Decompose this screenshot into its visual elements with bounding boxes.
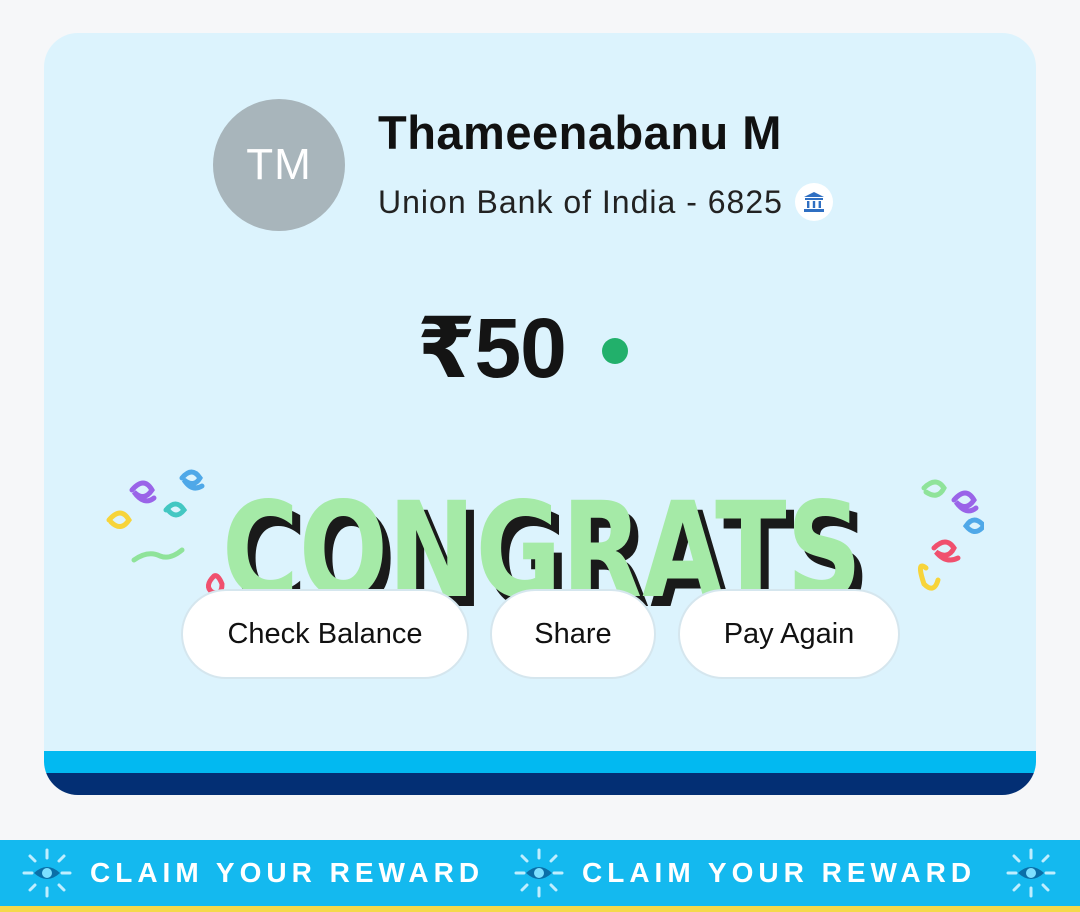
pay-again-label: Pay Again [723, 617, 855, 650]
sparkle-eye-icon [22, 848, 72, 898]
confetti-left-icon [106, 469, 225, 596]
sparkle-eye-icon [514, 848, 564, 898]
avatar-initials: TM [246, 140, 312, 189]
sparkle-eye-icon [1006, 848, 1056, 898]
share-label: Share [534, 617, 612, 650]
reward-item-2: CLAIM YOUR REWARD [514, 840, 976, 906]
banner-bottom-edge [0, 906, 1080, 912]
success-dot-icon [602, 338, 628, 364]
reward-text-1: CLAIM YOUR REWARD [90, 857, 485, 888]
bank-account: Union Bank of India - 6825 [378, 183, 833, 221]
claim-reward-banner[interactable]: CLAIM YOUR REWARD CLAIM YOUR REWARD [0, 840, 1080, 906]
payment-card: TM Thameenabanu M Union Bank of India - … [44, 33, 1036, 795]
payee-name: Thameenabanu M [378, 106, 782, 159]
check-balance-button[interactable]: Check Balance [181, 589, 469, 679]
bank-icon [794, 183, 833, 221]
bank-account-label: Union Bank of India - 6825 [378, 183, 783, 220]
check-balance-label: Check Balance [227, 617, 423, 650]
payment-amount: ₹50 [417, 301, 567, 395]
card-stripe-dark [44, 773, 1036, 795]
pay-again-button[interactable]: Pay Again [678, 589, 900, 679]
reward-item-1: CLAIM YOUR REWARD [22, 840, 484, 906]
reward-item-3 [1006, 840, 1056, 906]
card-stripe-light [44, 751, 1036, 773]
reward-text-2: CLAIM YOUR REWARD [582, 857, 977, 888]
share-button[interactable]: Share [490, 589, 656, 679]
confetti-right-icon [918, 479, 984, 591]
avatar: TM [213, 99, 345, 231]
